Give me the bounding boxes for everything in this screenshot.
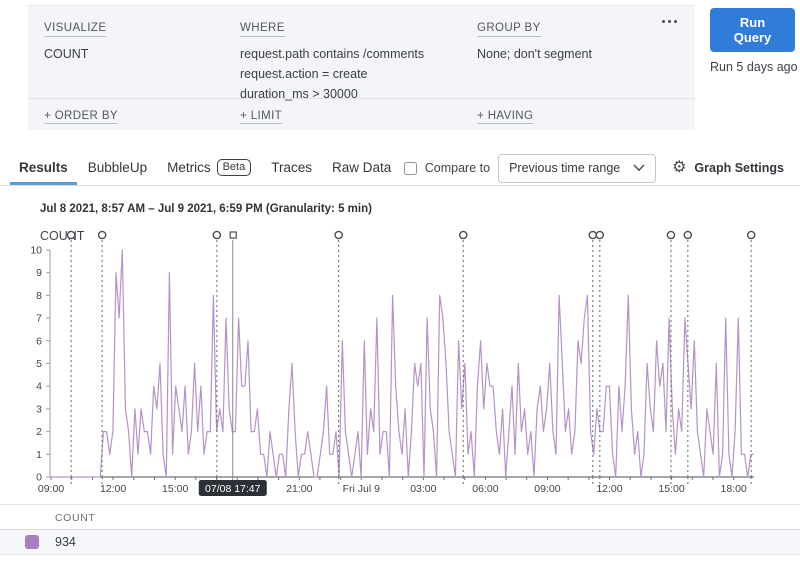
where-section[interactable]: WHERE request.path contains /comments re…: [240, 18, 477, 104]
visualize-label: VISUALIZE: [44, 22, 107, 37]
crosshair-flag-icon: [229, 231, 237, 239]
run-query-button[interactable]: Run Query: [710, 8, 795, 52]
query-builder-main: VISUALIZE COUNT WHERE request.path conta…: [28, 6, 695, 101]
x-tick-label: 18:00: [721, 483, 747, 495]
y-tick-label: 4: [36, 381, 42, 393]
group-by-label: GROUP BY: [477, 22, 541, 37]
where-clause[interactable]: request.action = create: [240, 64, 477, 84]
y-tick-label: 7: [36, 313, 42, 325]
x-tick-label: 12:00: [100, 483, 126, 495]
x-tick-label: Fri Jul 9: [343, 483, 381, 495]
x-tick-label: 15:00: [658, 483, 684, 495]
tab-traces[interactable]: Traces: [262, 150, 321, 185]
y-tick-label: 3: [36, 403, 42, 415]
chevron-down-icon: [633, 164, 645, 172]
x-tick-label: 21:00: [286, 483, 312, 495]
visualize-value[interactable]: COUNT: [44, 44, 240, 64]
x-tick-label: 12:00: [596, 483, 622, 495]
add-limit-link[interactable]: + LIMIT: [240, 110, 283, 124]
x-tick-label: 09:00: [38, 483, 64, 495]
summary-count-value: 934: [55, 535, 76, 549]
chart-toolbar: Compare to Previous time range ⚙ Graph S…: [403, 150, 784, 186]
add-having-link[interactable]: + HAVING: [477, 110, 534, 124]
tab-results[interactable]: Results: [10, 150, 77, 185]
ellipsis-menu-icon[interactable]: [658, 16, 681, 27]
summary-table: COUNT 934: [0, 504, 800, 555]
group-by-value[interactable]: None; don't segment: [477, 44, 679, 64]
trace-marker-circle-icon[interactable]: [588, 230, 598, 240]
x-tick-label: 03:00: [410, 483, 436, 495]
y-tick-label: 2: [36, 426, 42, 438]
results-line-chart[interactable]: 0 1 2 3 4 5 6 7 8 9 10 09:00 12:00 15:00 21:00 Fri Jul …: [0, 228, 800, 508]
trace-marker-circle-icon[interactable]: [683, 230, 693, 240]
trace-marker-circle-icon[interactable]: [746, 230, 756, 240]
crosshair-tooltip-label: 07/08 17:47: [205, 483, 261, 495]
gear-icon[interactable]: ⚙: [672, 160, 686, 176]
trace-marker-circle-icon[interactable]: [334, 230, 343, 240]
trace-marker-circle-icon[interactable]: [212, 230, 222, 240]
where-clause[interactable]: request.path contains /comments: [240, 44, 477, 64]
y-tick-label: 0: [36, 472, 42, 484]
trace-marker-circle-icon[interactable]: [666, 230, 676, 240]
time-range-select[interactable]: Previous time range: [498, 153, 657, 183]
table-row[interactable]: 934: [0, 530, 800, 555]
query-results-page: VISUALIZE COUNT WHERE request.path conta…: [0, 0, 800, 563]
trace-marker-circle-icon[interactable]: [595, 230, 605, 240]
y-tick-label: 6: [36, 335, 42, 347]
series-color-swatch: [25, 535, 39, 549]
tab-raw-data[interactable]: Raw Data: [323, 150, 400, 185]
last-run-text: Run 5 days ago: [710, 60, 798, 74]
trace-marker-circle-icon[interactable]: [458, 230, 468, 240]
y-tick-label: 8: [36, 290, 42, 302]
count-series-line: [50, 249, 754, 478]
time-range-select-value: Previous time range: [509, 161, 621, 175]
y-tick-label: 10: [30, 245, 42, 257]
compare-to-checkbox[interactable]: [403, 161, 417, 175]
beta-badge: Beta: [216, 159, 252, 176]
chart-time-range-title: Jul 8 2021, 8:57 AM – Jul 9 2021, 6:59 P…: [40, 203, 372, 215]
group-by-section[interactable]: GROUP BY None; don't segment: [477, 18, 679, 104]
run-query-area: Run Query Run 5 days ago: [710, 8, 798, 74]
tab-bubbleup[interactable]: BubbleUp: [79, 150, 156, 185]
where-clause[interactable]: duration_ms > 30000: [240, 84, 477, 104]
y-tick-label: 5: [36, 358, 42, 370]
tabs-row: Results BubbleUp Metrics Beta Traces Raw …: [0, 150, 800, 186]
compare-to-label: Compare to: [424, 161, 491, 175]
graph-settings-button[interactable]: Graph Settings: [694, 161, 784, 175]
x-tick-label: 09:00: [534, 483, 560, 495]
y-tick-label: 9: [36, 267, 42, 279]
visualize-section[interactable]: VISUALIZE COUNT: [44, 18, 240, 104]
trace-marker-circle-icon[interactable]: [97, 230, 107, 240]
summary-table-header: COUNT: [0, 505, 800, 530]
add-order-by-link[interactable]: + ORDER BY: [44, 110, 118, 124]
trace-marker-circle-icon[interactable]: [66, 230, 76, 240]
query-builder-panel: VISUALIZE COUNT WHERE request.path conta…: [28, 5, 695, 130]
where-label: WHERE: [240, 22, 285, 37]
y-tick-label: 1: [36, 449, 42, 461]
x-tick-label: 15:00: [162, 483, 188, 495]
x-tick-label: 06:00: [472, 483, 498, 495]
tab-metrics[interactable]: Metrics Beta: [158, 150, 260, 185]
